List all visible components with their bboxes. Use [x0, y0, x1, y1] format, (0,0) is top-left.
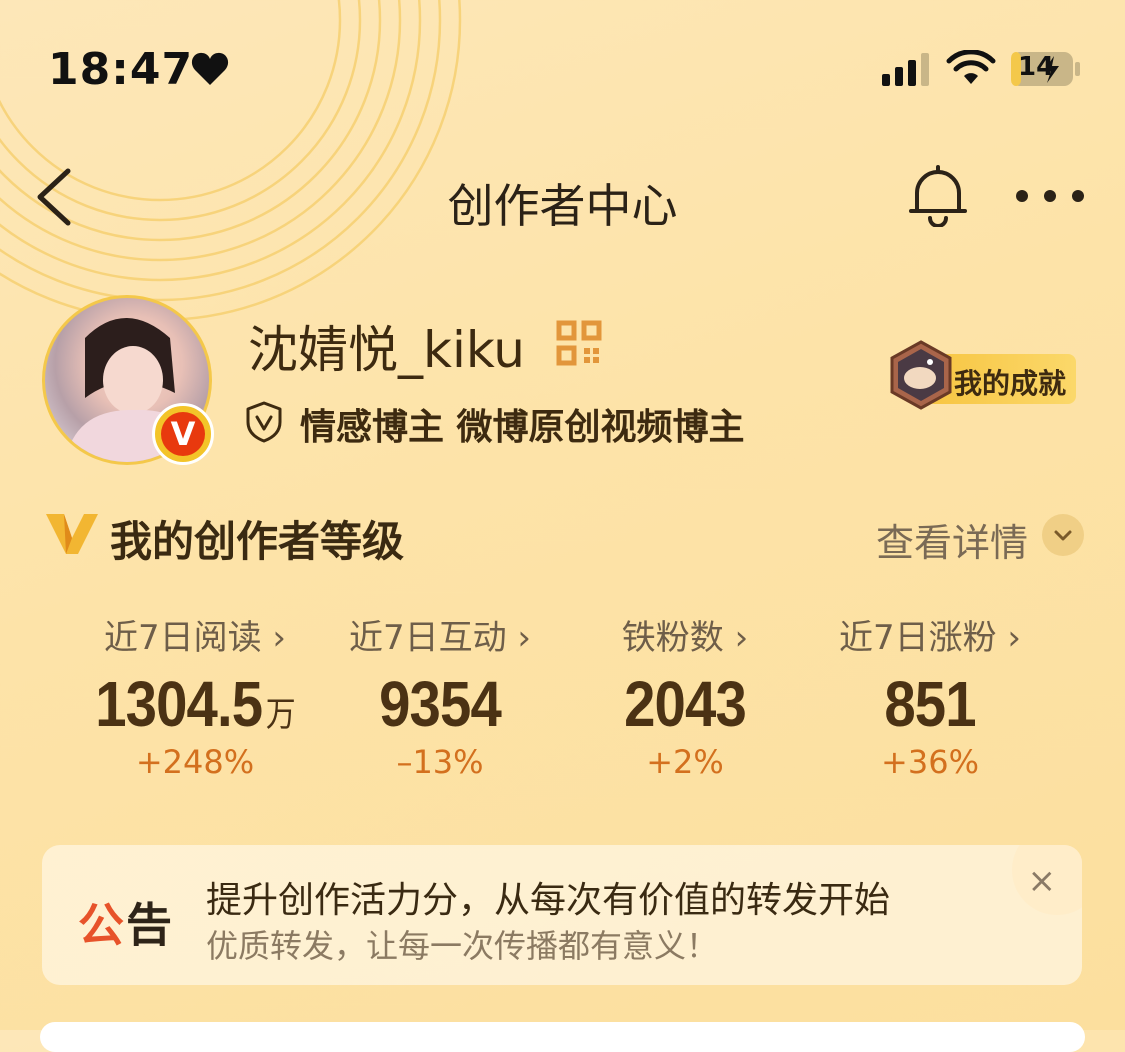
- announcement-tag-second: 告: [126, 898, 172, 952]
- shield-icon: [246, 401, 282, 443]
- avatar[interactable]: V: [42, 295, 214, 465]
- stat-interactions[interactable]: 近7日互动 › 9354 –13%: [320, 610, 560, 781]
- more-options-icon[interactable]: [1010, 178, 1090, 214]
- stat-label: 近7日涨粉 ›: [838, 618, 1022, 658]
- announcement-subline: 优质转发，让每一次传播都有意义！: [206, 927, 719, 965]
- close-icon[interactable]: ×: [1028, 861, 1057, 901]
- qr-code-icon[interactable]: [556, 320, 602, 366]
- creator-level-title: 我的创作者等级: [110, 517, 405, 566]
- expand-chevron-button[interactable]: [1042, 514, 1084, 556]
- stat-value: 2043: [624, 668, 747, 740]
- stat-value: 851: [884, 668, 976, 740]
- stat-change: +2%: [646, 743, 724, 781]
- achievement-badge-icon: [890, 340, 952, 410]
- stat-label: 近7日互动 ›: [348, 618, 532, 658]
- stat-value: 1304.5 万: [95, 668, 296, 740]
- stat-new-fans[interactable]: 近7日涨粉 › 851 +36%: [810, 610, 1050, 781]
- cellular-signal-icon: [882, 53, 929, 86]
- bell-icon[interactable]: [905, 165, 971, 227]
- status-time: 18:47: [48, 44, 194, 95]
- achievement-label: 我的成就: [954, 367, 1067, 400]
- verified-v-icon: V: [161, 412, 205, 456]
- wifi-icon: [946, 50, 996, 84]
- stat-label: 铁粉数 ›: [621, 618, 749, 658]
- stat-change: +248%: [135, 743, 255, 781]
- chevron-down-icon: [1054, 530, 1072, 541]
- battery-level: 14: [1018, 52, 1055, 82]
- username: 沈婧悦_kiku: [248, 321, 525, 379]
- creator-level-v-icon: [46, 514, 98, 554]
- stat-change: +36%: [881, 743, 979, 781]
- stat-change: –13%: [396, 743, 484, 781]
- verified-badge: V: [152, 403, 214, 465]
- stat-value: 9354: [379, 668, 502, 740]
- next-card-edge: [40, 1022, 1085, 1052]
- my-achievement-button[interactable]: 我的成就: [886, 340, 1086, 410]
- view-details-link[interactable]: 查看详情: [876, 512, 1028, 567]
- creator-tags: 情感博主 微博原创视频博主: [300, 407, 745, 448]
- status-bar: 18:47 14: [0, 0, 1125, 130]
- announcement-headline: 提升创作活力分，从每次有价值的转发开始: [206, 880, 891, 921]
- stat-iron-fans[interactable]: 铁粉数 › 2043 +2%: [565, 610, 805, 781]
- stat-unit: 万: [265, 696, 296, 734]
- stat-reads[interactable]: 近7日阅读 › 1304.5 万 +248%: [75, 610, 315, 781]
- heart-icon: [191, 52, 229, 85]
- announcement-tag-first: 公: [78, 898, 124, 952]
- stat-label: 近7日阅读 ›: [103, 618, 287, 658]
- announcement-card[interactable]: × 公 告 提升创作活力分，从每次有价值的转发开始 优质转发，让每一次传播都有意…: [42, 845, 1082, 985]
